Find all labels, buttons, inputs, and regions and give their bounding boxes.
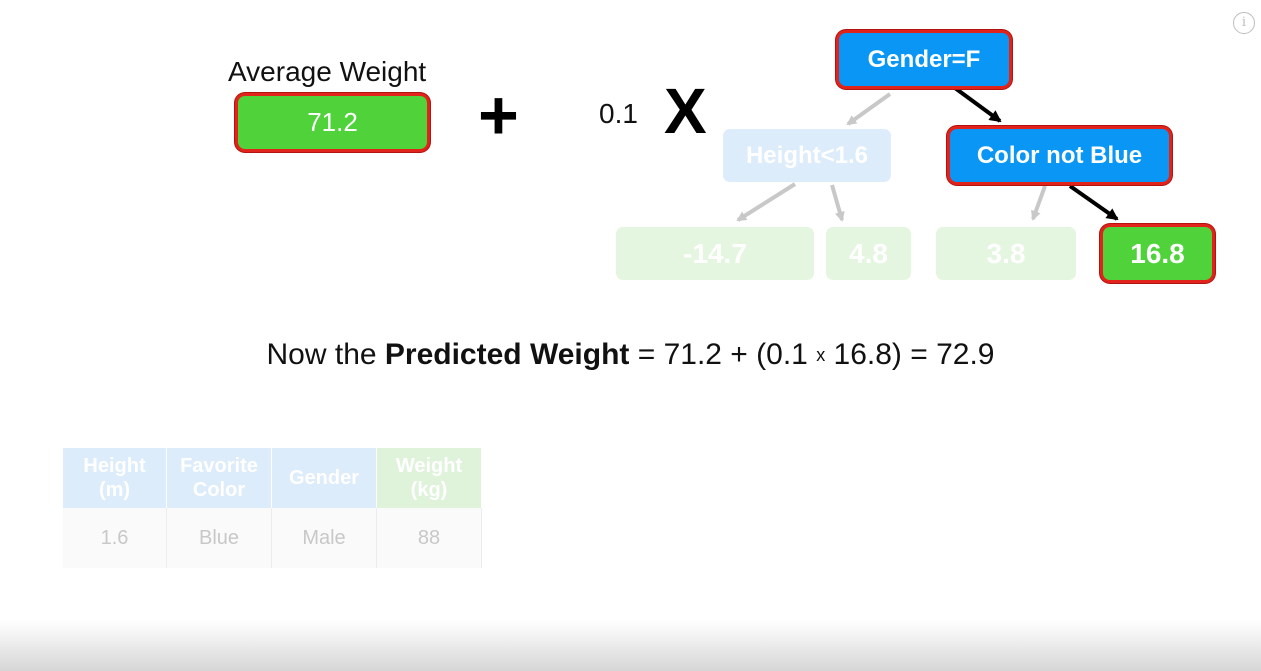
sentence-prefix: Now the [266, 338, 385, 371]
arrow-left-leaf2 [830, 184, 845, 222]
prediction-sentence: Now the Predicted Weight = 71.2 + (0.1 x… [0, 338, 1261, 372]
arrow-right-leaf4 [1068, 184, 1119, 221]
sentence-predicted-weight: Predicted Weight [384, 338, 630, 371]
table-cell-gender: Male [271, 508, 377, 568]
tree-root-node: Gender=F [839, 33, 1009, 86]
arrow-root-left [846, 92, 892, 126]
tree-node-height: Height<1.6 [723, 129, 891, 182]
tree-node-color: Color not Blue [950, 129, 1169, 182]
table-cell-color: Blue [166, 508, 272, 568]
table-header-gender: Gender [271, 448, 377, 508]
sentence-part2: 16.8) = 72.9 [825, 338, 995, 371]
table-row: 1.6 Blue Male 88 [63, 508, 482, 568]
table-cell-weight: 88 [376, 508, 482, 568]
sentence-times-sign: x [816, 345, 826, 365]
table-cell-height: 1.6 [63, 508, 167, 568]
bottom-shade [0, 620, 1261, 671]
table-header-row: Height (m) Favorite Color Gender Weight (kg… [63, 448, 482, 508]
arrow-right-leaf3 [1031, 185, 1047, 221]
table-header-height: Height (m) [63, 448, 167, 508]
tree-leaf-2: 4.8 [826, 227, 911, 280]
data-table: Height (m) Favorite Color Gender Weight (kg… [63, 448, 482, 568]
tree-leaf-1: -14.7 [616, 227, 814, 280]
table-header-weight: Weight (kg) [376, 448, 482, 508]
table-header-color: Favorite Color [166, 448, 272, 508]
tree-leaf-3: 3.8 [936, 227, 1076, 280]
tree-leaf-4: 16.8 [1103, 227, 1212, 280]
arrow-left-leaf1 [736, 182, 797, 222]
arrow-root-right [953, 86, 1002, 123]
sentence-part1: = 71.2 + (0.1 [629, 338, 817, 371]
